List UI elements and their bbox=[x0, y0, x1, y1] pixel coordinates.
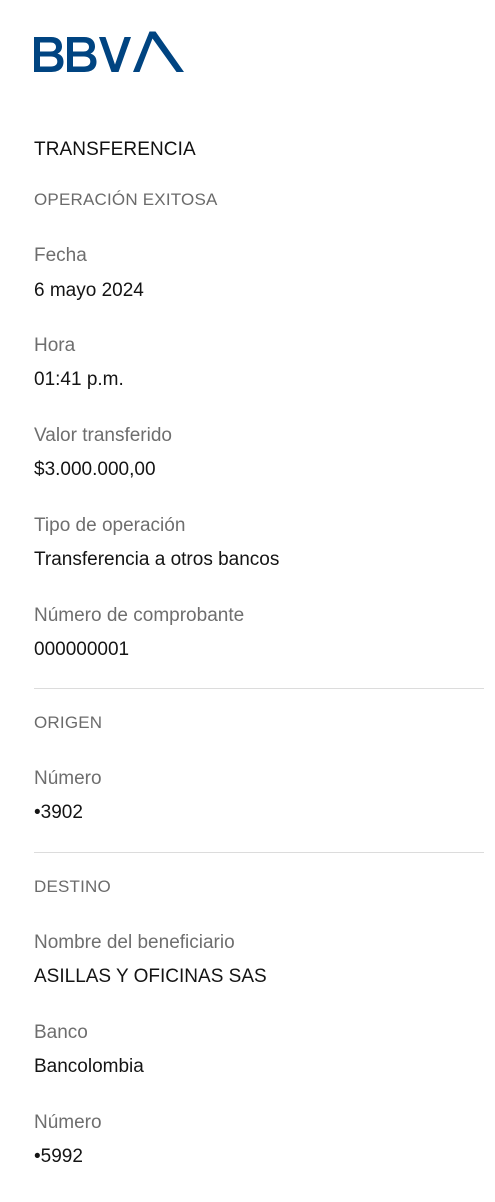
operation-type-value: Transferencia a otros bancos bbox=[34, 549, 280, 570]
operation-type-label: Tipo de operación bbox=[34, 515, 186, 536]
destination-number-label: Número bbox=[34, 1112, 102, 1133]
origin-number-label: Número bbox=[34, 768, 102, 789]
bbva-logo bbox=[34, 31, 186, 81]
receipt-number-value: 000000001 bbox=[34, 639, 130, 660]
destination-number-value: •5992 bbox=[34, 1146, 83, 1167]
divider bbox=[34, 852, 484, 853]
time-label: Hora bbox=[34, 335, 76, 356]
divider bbox=[34, 688, 484, 689]
date-label: Fecha bbox=[34, 245, 87, 266]
time-value: 01:41 p.m. bbox=[34, 369, 124, 390]
transfer-receipt: TRANSFERENCIA OPERACIÓN EXITOSA Fecha 6 … bbox=[0, 0, 495, 1202]
beneficiary-label: Nombre del beneficiario bbox=[34, 932, 235, 953]
operation-status: OPERACIÓN EXITOSA bbox=[34, 190, 218, 209]
amount-label: Valor transferido bbox=[34, 425, 172, 446]
destination-heading: DESTINO bbox=[34, 877, 111, 896]
bank-value: Bancolombia bbox=[34, 1056, 144, 1077]
origin-heading: ORIGEN bbox=[34, 713, 103, 732]
origin-number-value: •3902 bbox=[34, 802, 83, 823]
beneficiary-value: ASILLAS Y OFICINAS SAS bbox=[34, 966, 267, 987]
bank-label: Banco bbox=[34, 1022, 88, 1043]
date-value: 6 mayo 2024 bbox=[34, 280, 144, 301]
receipt-number-label: Número de comprobante bbox=[34, 605, 245, 626]
page-title: TRANSFERENCIA bbox=[34, 139, 196, 160]
amount-value: $3.000.000,00 bbox=[34, 459, 156, 480]
